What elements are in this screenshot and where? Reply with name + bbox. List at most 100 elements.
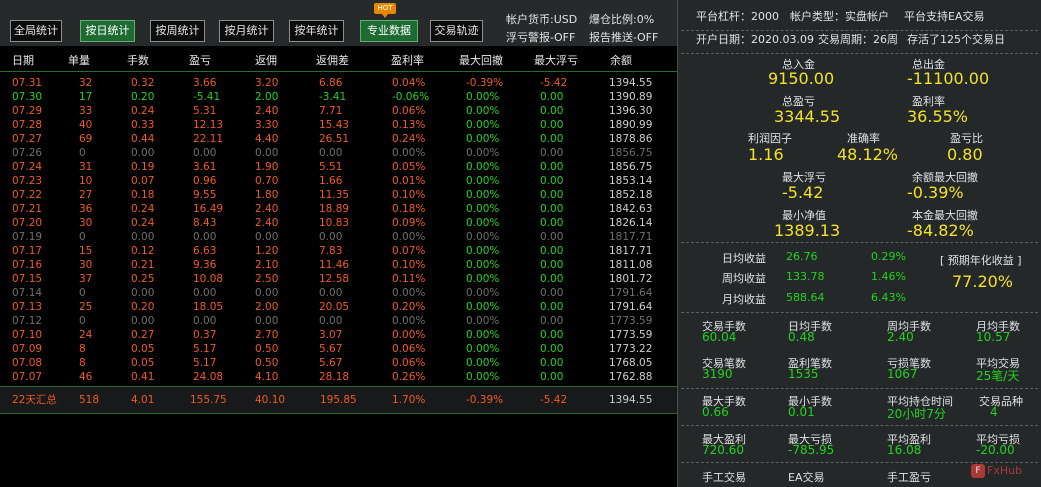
account-overview-panel: 平台杠杆：2000 帐户类型：实盘帐户 平台支持EA交易 开户日期：2020.0… — [677, 0, 1041, 487]
manual-trade-label: 手工交易 — [702, 471, 746, 484]
divider — [681, 242, 1038, 243]
cell-rebate: 2.50 — [255, 273, 279, 285]
cell-max-dd: 0.00% — [466, 147, 500, 159]
cell-orders: 0 — [79, 315, 86, 327]
cell-max-dd: 0.00% — [466, 273, 500, 285]
cell-max-dd: 0.00% — [466, 175, 500, 187]
cell-rebate-diff: 6.86 — [319, 77, 343, 89]
table-row: 07.21 36 0.24 16.49 2.40 18.89 0.18% 0.00% 0.00 1… — [0, 203, 677, 216]
cell-date: 07.21 — [12, 203, 43, 215]
manual-pl-label: 手工盈亏 — [887, 471, 931, 484]
cell-rebate-diff: 5.67 — [319, 343, 343, 355]
cell-pl: 18.05 — [193, 301, 224, 313]
global-stats-button[interactable]: 全局统计 — [10, 20, 62, 42]
accuracy-value: 48.12% — [837, 145, 899, 164]
table-row: 07.10 24 0.27 0.37 2.70 3.07 0.00% 0.00% 0.00 177… — [0, 329, 677, 342]
cell-rebate-diff: 5.51 — [319, 161, 343, 173]
cell-rate: 0.20% — [392, 301, 426, 313]
cell-rebate-diff: 0.00 — [319, 231, 343, 243]
cell-pl: 9.36 — [193, 259, 217, 271]
table-row: 07.14 0 0.00 0.00 0.00 0.00 0.00% 0.00% 0.00 1791… — [0, 287, 677, 300]
cell-orders: 0 — [79, 287, 86, 299]
cell-rebate: 2.40 — [255, 105, 279, 117]
cell-max-dd: 0.00% — [466, 371, 500, 383]
summary-pl: 155.75 — [190, 394, 227, 406]
symbols-value: 4 — [990, 405, 998, 419]
table-row: 07.17 15 0.12 6.63 1.20 7.83 0.07% 0.00% 0.00 181… — [0, 245, 677, 258]
cell-max-float: 0.00 — [540, 315, 564, 327]
col-pl: 盈亏 — [189, 54, 211, 67]
yearly-stats-button[interactable]: 按年统计 — [289, 20, 344, 42]
win-trades-value: 1535 — [788, 367, 819, 381]
max-float-value: -5.42 — [782, 183, 824, 202]
cell-lots: 0.05 — [131, 343, 155, 355]
cell-max-float: 0.00 — [540, 301, 564, 313]
cell-rebate-diff: 1.66 — [319, 175, 343, 187]
table-row: 07.31 32 0.32 3.66 3.20 6.86 0.04% -0.39% -5.42 1… — [0, 77, 677, 90]
cell-rebate: 0.00 — [255, 315, 279, 327]
cell-lots: 0.18 — [131, 189, 155, 201]
cell-rebate: 2.10 — [255, 259, 279, 271]
cell-max-dd: 0.00% — [466, 357, 500, 369]
cell-date: 07.31 — [12, 77, 43, 89]
cell-max-float: 0.00 — [540, 161, 564, 173]
cell-balance: 1791.64 — [609, 287, 653, 299]
cell-rebate-diff: 12.58 — [319, 273, 350, 285]
weekly-income-label: 周均收益 — [722, 272, 766, 285]
cell-rebate: 1.90 — [255, 161, 279, 173]
cell-lots: 0.19 — [131, 161, 155, 173]
pro-data-button[interactable]: 专业数据 — [360, 20, 418, 42]
cell-pl: 3.66 — [193, 77, 217, 89]
cell-rate: 0.11% — [392, 273, 426, 285]
accuracy-label: 准确率 — [847, 132, 880, 145]
weekly-stats-button[interactable]: 按周统计 — [150, 20, 205, 42]
summary-rate: 1.70% — [392, 394, 426, 406]
summary-orders: 518 — [79, 394, 100, 406]
cell-lots: 0.41 — [131, 371, 155, 383]
cell-orders: 33 — [79, 105, 93, 117]
monthly-stats-button[interactable]: 按月统计 — [219, 20, 274, 42]
cell-rebate: 1.20 — [255, 245, 279, 257]
account-currency: 帐户货币:USD — [506, 13, 578, 26]
daily-stats-button[interactable]: 按日统计 — [80, 20, 135, 42]
weekly-income-value: 133.78 — [786, 270, 825, 283]
cell-max-dd: 0.00% — [466, 189, 500, 201]
table-row: 07.29 33 0.24 5.31 2.40 7.71 0.06% 0.00% 0.00 139… — [0, 105, 677, 118]
hot-badge: HOT — [374, 3, 396, 18]
cell-orders: 46 — [79, 371, 93, 383]
cell-max-float: 0.00 — [540, 175, 564, 187]
cell-lots: 0.00 — [131, 287, 155, 299]
summary-max-dd: -0.39% — [466, 394, 504, 406]
col-orders: 单量 — [68, 54, 90, 67]
monthly-income-label: 月均收益 — [722, 293, 766, 306]
cell-max-float: 0.00 — [540, 105, 564, 117]
trade-track-button[interactable]: 交易轨迹 — [430, 20, 483, 42]
monthly-income-value: 588.64 — [786, 291, 825, 304]
loss-trades-value: 1067 — [887, 367, 918, 381]
cell-rebate: 0.00 — [255, 147, 279, 159]
cell-orders: 40 — [79, 119, 93, 131]
ea-trade-label: EA交易 — [788, 471, 825, 484]
cell-rate: 0.00% — [392, 231, 426, 243]
cell-rebate-diff: 11.35 — [319, 189, 350, 201]
cell-rate: 0.00% — [392, 147, 426, 159]
cell-rebate-diff: 5.67 — [319, 357, 343, 369]
cell-date: 07.12 — [12, 315, 43, 327]
avg-trade-value: 25笔/天 — [976, 369, 1020, 383]
cell-rebate: 4.40 — [255, 133, 279, 145]
withdraw-value: -11100.00 — [907, 69, 990, 88]
cell-rebate-diff: 0.00 — [319, 287, 343, 299]
trade-lots-value: 60.04 — [702, 330, 737, 344]
col-balance: 余额 — [610, 54, 632, 67]
cell-balance: 1842.63 — [609, 203, 653, 215]
cell-lots: 0.33 — [131, 119, 155, 131]
fxhub-watermark: F FxHub — [971, 462, 1035, 480]
summary-max-float: -5.42 — [540, 394, 568, 406]
cell-lots: 0.24 — [131, 217, 155, 229]
cell-orders: 25 — [79, 301, 93, 313]
trades-count-value: 3190 — [702, 367, 733, 381]
cell-rate: 0.10% — [392, 259, 426, 271]
daily-lots-value: 0.48 — [788, 330, 815, 344]
margin-ratio: 爆仓比例:0% — [589, 13, 655, 26]
cell-max-float: 0.00 — [540, 133, 564, 145]
